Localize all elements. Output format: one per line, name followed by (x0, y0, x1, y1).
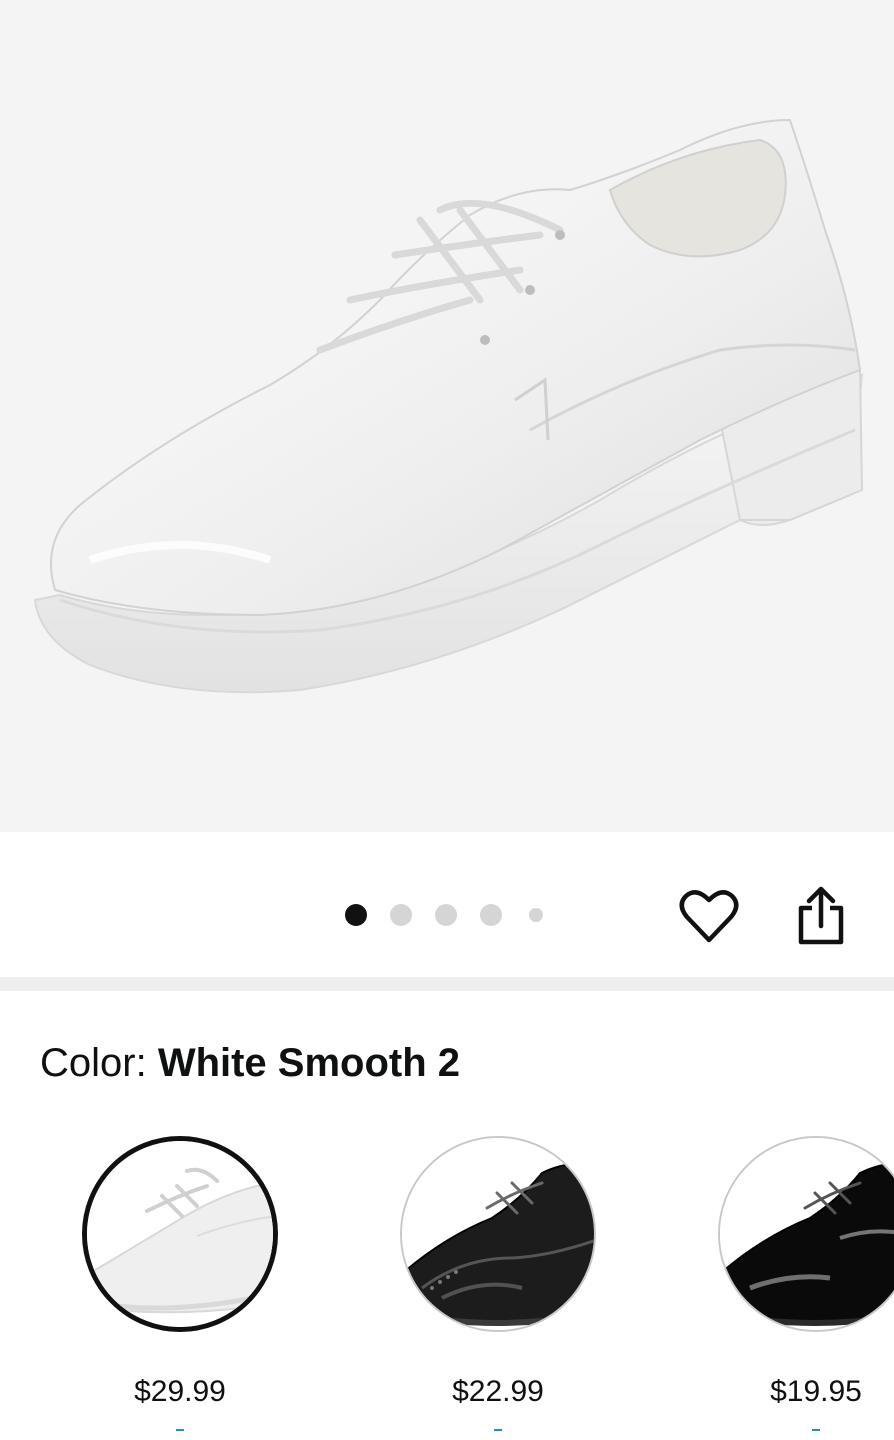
black-patent-shoe-thumbnail (720, 1138, 894, 1330)
heart-icon (679, 890, 739, 943)
color-swatch-black-smooth[interactable] (400, 1136, 596, 1332)
color-selector: Color: White Smooth 2 $29.99 $22.99 $19.… (0, 991, 894, 1440)
white-shoe-thumbnail (87, 1141, 273, 1327)
carousel-dot-5[interactable] (529, 908, 543, 922)
black-shoe-thumbnail (402, 1138, 594, 1330)
carousel-dot-4[interactable] (480, 904, 502, 926)
swatch-link-hint-3 (812, 1429, 820, 1431)
swatch-link-hint-2 (494, 1429, 502, 1431)
color-swatch-black-patent[interactable] (718, 1136, 894, 1332)
white-oxford-shoe-illustration (33, 118, 864, 694)
carousel-dot-3[interactable] (435, 904, 457, 926)
swatch-price-3: $19.95 (770, 1375, 862, 1408)
section-divider (0, 977, 894, 991)
carousel-dot-2[interactable] (390, 904, 412, 926)
favorite-button[interactable] (677, 884, 741, 948)
selected-color-value: White Smooth 2 (157, 1041, 461, 1085)
color-label-prefix: Color: (40, 1041, 158, 1085)
product-image[interactable] (0, 0, 894, 832)
share-button[interactable] (789, 884, 853, 948)
carousel-pagination (345, 904, 566, 926)
swatch-link-hint-1 (176, 1429, 184, 1431)
swatch-price-1: $29.99 (134, 1375, 226, 1408)
color-swatch-white-smooth[interactable] (82, 1136, 278, 1332)
carousel-dot-1[interactable] (345, 904, 367, 926)
image-carousel-controls (0, 832, 894, 977)
color-label: Color: White Smooth 2 (40, 1041, 460, 1086)
swatch-price-2: $22.99 (452, 1375, 544, 1408)
share-icon (798, 886, 844, 945)
